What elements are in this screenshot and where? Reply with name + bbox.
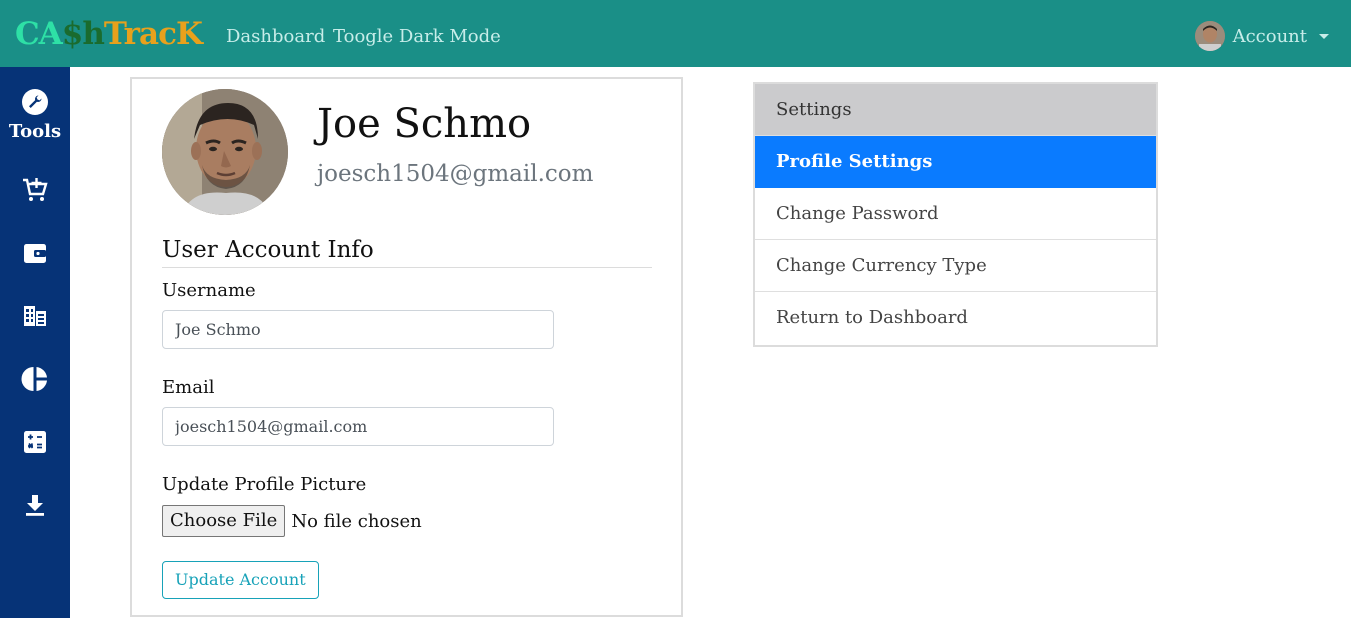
top-navbar: CA$hTracK Dashboard Toogle Dark Mode Acc… bbox=[0, 0, 1351, 67]
account-avatar bbox=[1194, 21, 1225, 51]
caret-down-icon bbox=[1319, 33, 1329, 39]
wallet-icon[interactable] bbox=[20, 238, 50, 268]
ledger-icon[interactable] bbox=[20, 301, 50, 331]
profile-card: Joe Schmo joesch1504@gmail.com User Acco… bbox=[130, 77, 683, 617]
download-icon[interactable] bbox=[20, 490, 50, 520]
settings-item-change-currency-type[interactable]: Change Currency Type bbox=[755, 240, 1156, 292]
tools-label: Tools bbox=[8, 121, 62, 142]
section-title: User Account Info bbox=[162, 235, 652, 268]
calculator-icon[interactable] bbox=[20, 427, 50, 457]
pie-chart-icon[interactable] bbox=[20, 364, 50, 394]
file-picker: Choose File No file chosen bbox=[162, 505, 422, 537]
brand-part-dollar: $ bbox=[61, 16, 84, 52]
brand-part-track: TracK bbox=[103, 16, 203, 52]
brand-part-h: h bbox=[82, 16, 105, 52]
update-account-button[interactable]: Update Account bbox=[162, 561, 319, 599]
profile-avatar bbox=[162, 89, 288, 215]
profile-email: joesch1504@gmail.com bbox=[317, 161, 594, 187]
wrench-icon bbox=[22, 89, 48, 115]
username-label: Username bbox=[162, 280, 256, 301]
profile-name: Joe Schmo bbox=[317, 101, 532, 147]
settings-item-profile-settings[interactable]: Profile Settings bbox=[755, 136, 1156, 188]
no-file-text: No file chosen bbox=[291, 510, 422, 532]
brand-logo[interactable]: CA$hTracK bbox=[15, 14, 203, 54]
nav-link-toggle-dark-mode[interactable]: Toogle Dark Mode bbox=[333, 26, 501, 48]
settings-list: Settings Profile Settings Change Passwor… bbox=[753, 82, 1158, 347]
account-dropdown[interactable]: Account bbox=[1194, 20, 1329, 52]
settings-item-change-password[interactable]: Change Password bbox=[755, 188, 1156, 240]
settings-item-return-to-dashboard[interactable]: Return to Dashboard bbox=[755, 292, 1156, 344]
email-input[interactable] bbox=[162, 407, 554, 446]
profile-picture-label: Update Profile Picture bbox=[162, 474, 367, 495]
settings-header: Settings bbox=[755, 84, 1156, 136]
sidebar-tools[interactable]: Tools bbox=[0, 89, 70, 142]
nav-link-dashboard[interactable]: Dashboard bbox=[226, 26, 325, 48]
account-label: Account bbox=[1232, 25, 1307, 47]
email-label: Email bbox=[162, 377, 215, 398]
brand-part-ca: CA bbox=[15, 16, 63, 52]
choose-file-button[interactable]: Choose File bbox=[162, 505, 286, 537]
sidebar: Tools bbox=[0, 67, 70, 618]
username-input[interactable] bbox=[162, 310, 554, 349]
add-to-cart-icon[interactable] bbox=[20, 175, 50, 205]
